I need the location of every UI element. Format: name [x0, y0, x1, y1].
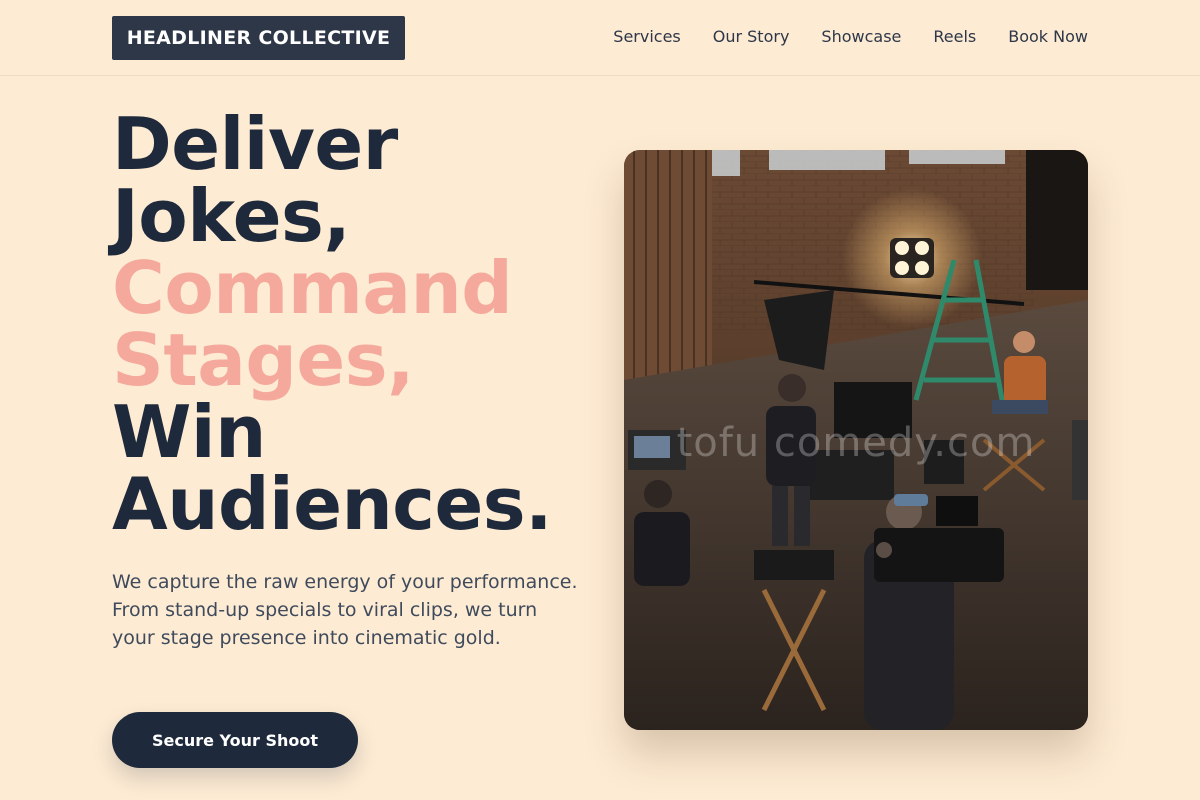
nav-book-now[interactable]: Book Now: [1008, 25, 1088, 49]
nav-services[interactable]: Services: [613, 25, 680, 49]
nav-our-story[interactable]: Our Story: [713, 25, 790, 49]
image-watermark: tofu comedy.com: [676, 420, 1036, 466]
nav-reels[interactable]: Reels: [933, 25, 976, 49]
nav-showcase[interactable]: Showcase: [821, 25, 901, 49]
site-header: HEADLINER COLLECTIVE Services Our Story …: [0, 0, 1200, 76]
headline-line-6: Audiences.: [112, 462, 553, 546]
headline-line-5: Win: [112, 390, 266, 474]
hero-description: We capture the raw energy of your perfor…: [112, 571, 578, 649]
brand-logo[interactable]: HEADLINER COLLECTIVE: [112, 16, 405, 60]
headline-accent-line-2: Stages,: [112, 318, 414, 402]
hero-image: tofu comedy.com: [624, 150, 1088, 730]
headline-line-1: Deliver: [112, 102, 398, 186]
headline-line-2: Jokes,: [112, 174, 351, 258]
secure-shoot-button[interactable]: Secure Your Shoot: [112, 712, 358, 768]
main-nav: Services Our Story Showcase Reels Book N…: [613, 25, 1088, 49]
headline-accent-line-1: Command: [112, 246, 513, 330]
hero-headline: Deliver Jokes, Command Stages, Win Audie…: [112, 108, 632, 540]
